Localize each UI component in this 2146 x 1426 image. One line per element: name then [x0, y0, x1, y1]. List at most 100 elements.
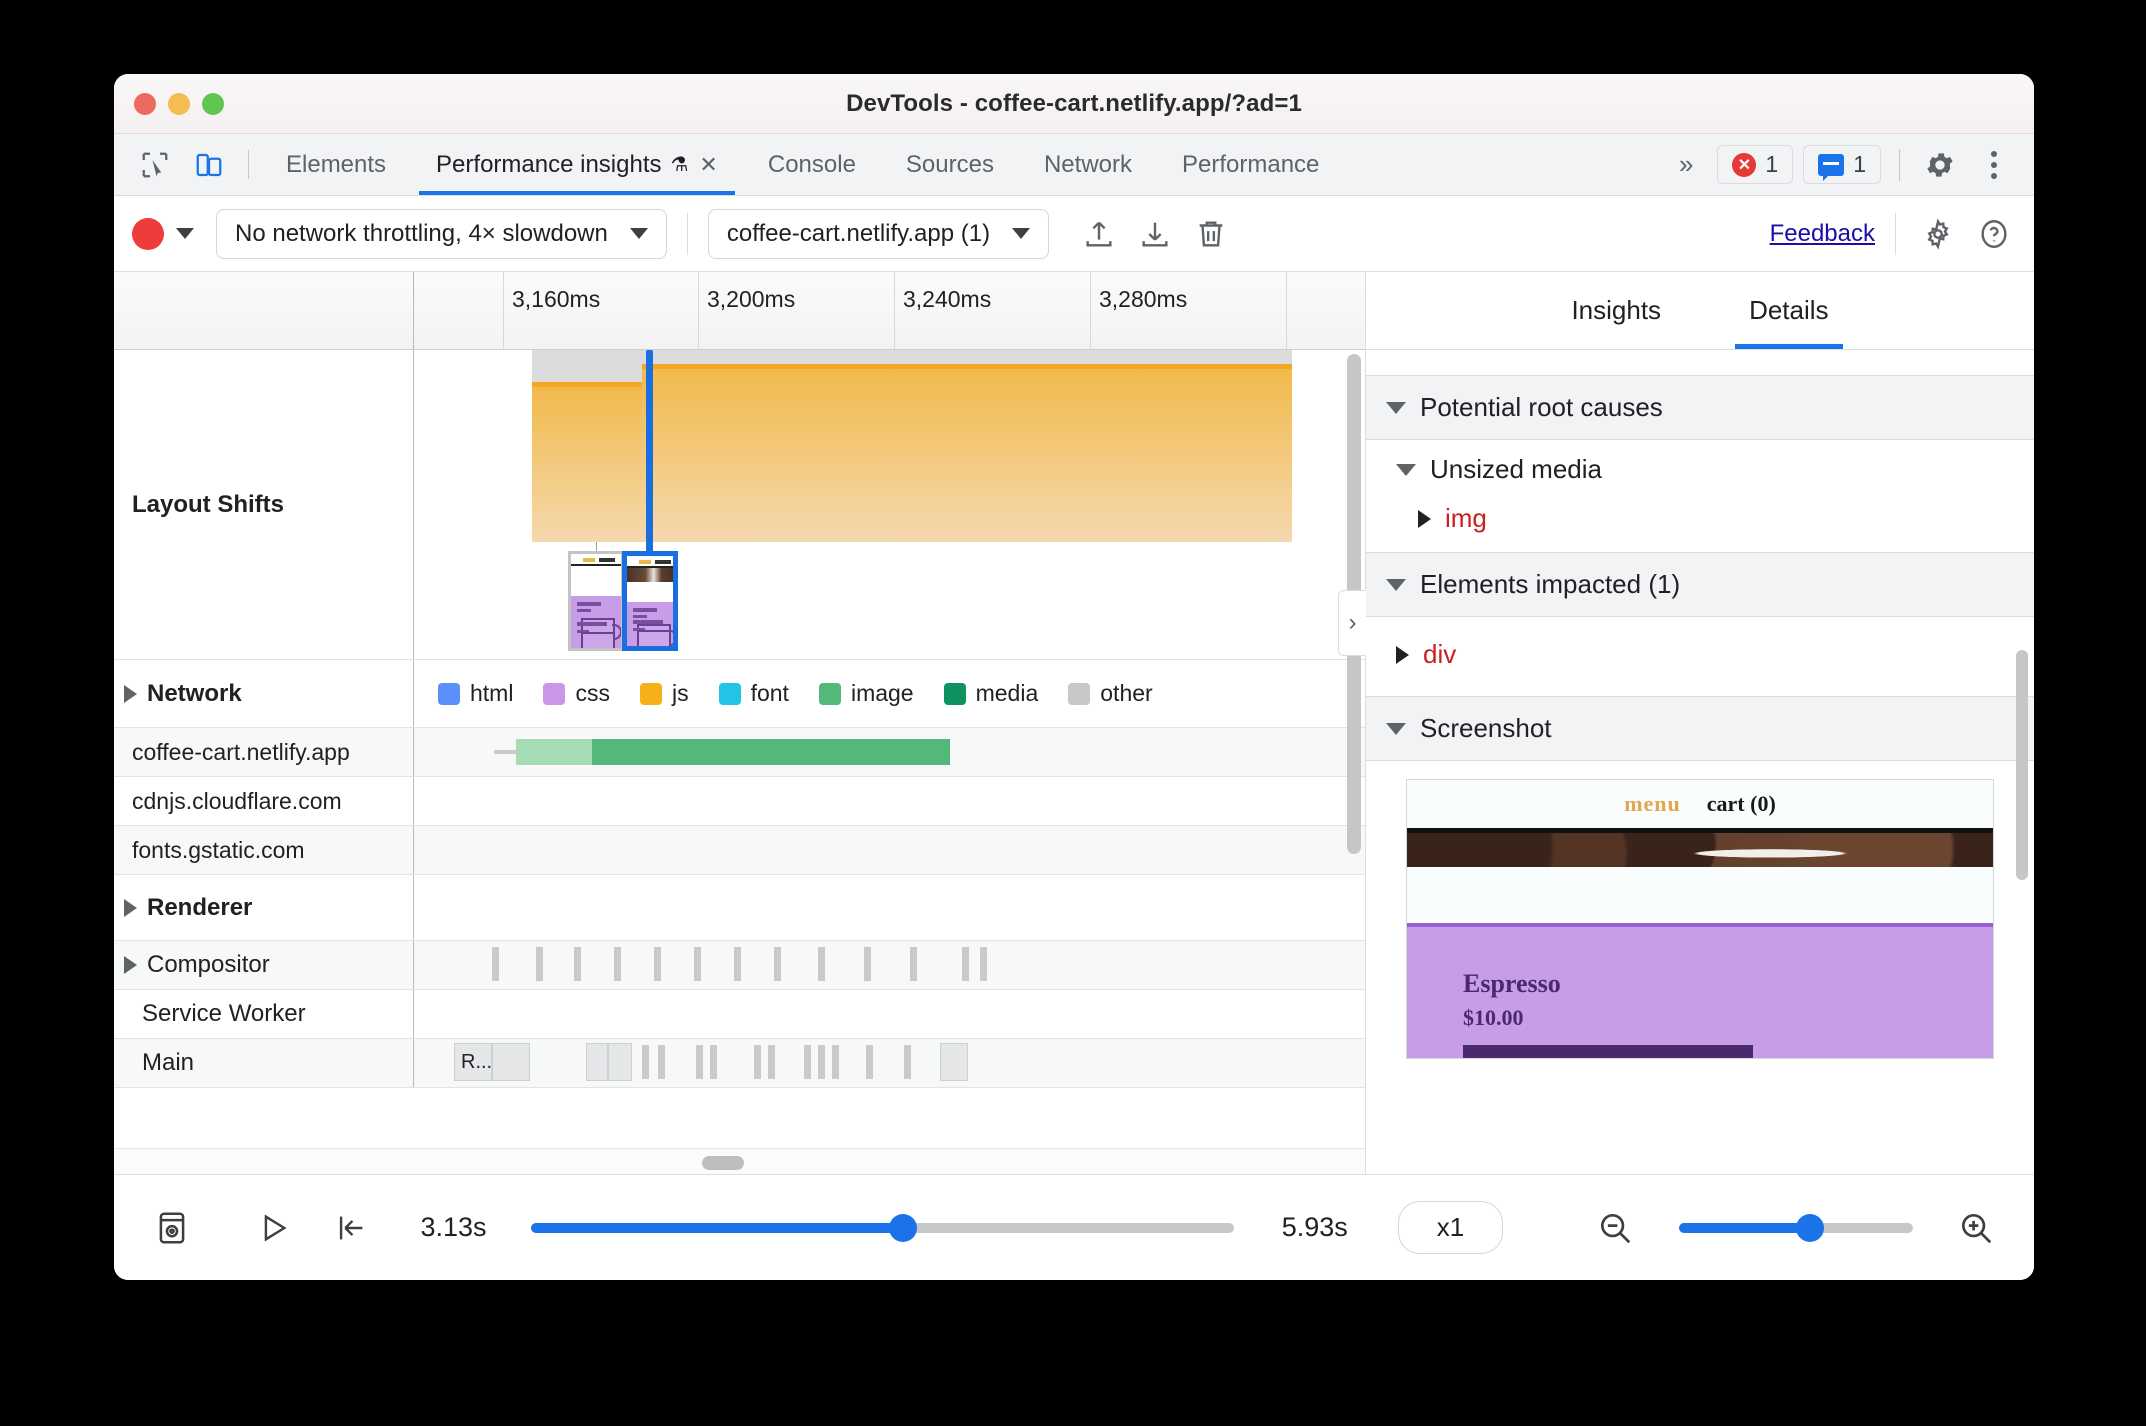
network-bar-canvas[interactable] [414, 777, 1365, 825]
main-task-block[interactable] [608, 1043, 632, 1081]
chevron-down-icon[interactable] [1386, 722, 1406, 735]
ruler-cell-blank [414, 272, 504, 349]
sidebar-scrollbar[interactable] [2016, 650, 2028, 880]
download-icon[interactable] [1133, 212, 1177, 256]
renderer-canvas[interactable] [414, 875, 1365, 940]
tab-label: Details [1749, 295, 1829, 325]
tab-performance[interactable]: Performance [1157, 134, 1344, 195]
compositor-canvas[interactable] [414, 941, 1365, 989]
settings-gear-icon[interactable] [1916, 212, 1960, 256]
track-label-network[interactable]: Network [114, 660, 414, 727]
timeline-horizontal-scrollbar-thumb[interactable] [702, 1156, 744, 1170]
filmstrip-toggle-icon[interactable] [146, 1202, 198, 1254]
tab-label: Elements [286, 150, 387, 178]
track-network-request[interactable]: cdnjs.cloudflare.com [114, 777, 1365, 826]
jump-to-start-icon[interactable] [325, 1202, 377, 1254]
network-bar-canvas[interactable] [414, 826, 1365, 874]
tab-console[interactable]: Console [743, 134, 881, 195]
chevron-down-icon[interactable] [1396, 463, 1416, 476]
expand-triangle-icon[interactable] [1396, 645, 1409, 664]
expand-triangle-icon[interactable] [1418, 509, 1431, 528]
zoom-in-icon[interactable] [1951, 1202, 2003, 1254]
tab-network[interactable]: Network [1019, 134, 1157, 195]
service-worker-canvas[interactable] [414, 990, 1365, 1038]
chevron-down-icon[interactable] [1386, 578, 1406, 591]
tab-label: Console [767, 150, 856, 178]
track-main[interactable]: Main R... [114, 1039, 1365, 1088]
playback-speed-button[interactable]: x1 [1397, 1201, 1504, 1254]
help-icon[interactable] [1972, 212, 2016, 256]
expand-triangle-icon[interactable] [124, 684, 137, 703]
expand-triangle-icon[interactable] [124, 898, 137, 917]
page-select[interactable]: coffee-cart.netlify.app (1) [707, 208, 1050, 259]
expand-triangle-icon[interactable] [124, 956, 137, 974]
chevron-down-icon[interactable] [1386, 401, 1406, 414]
main-task-block[interactable] [940, 1043, 968, 1081]
zoom-out-icon[interactable] [1589, 1202, 1641, 1254]
layout-shifts-canvas[interactable] [414, 350, 1365, 659]
main-task-block[interactable]: R... [454, 1043, 492, 1081]
time-range-slider[interactable] [530, 1213, 1234, 1242]
track-layout-shifts[interactable]: Layout Shifts [114, 350, 1365, 660]
section-screenshot[interactable]: Screenshot [1366, 697, 2034, 761]
kebab-menu-icon[interactable] [1972, 143, 2016, 187]
shift-bar-b[interactable] [642, 364, 1292, 542]
inspect-element-icon[interactable] [128, 134, 182, 195]
settings-gear-icon[interactable] [1918, 143, 1962, 187]
throttling-select[interactable]: No network throttling, 4× slowdown [216, 208, 667, 259]
tab-sources[interactable]: Sources [881, 134, 1019, 195]
tab-insights[interactable]: Insights [1557, 272, 1675, 349]
section-potential-root-causes[interactable]: Potential root causes [1366, 376, 2034, 440]
error-count-badge[interactable]: ✕ 1 [1717, 145, 1794, 184]
record-options-chevron-icon[interactable] [176, 228, 194, 239]
track-label-compositor[interactable]: Compositor [114, 941, 414, 989]
feedback-link[interactable]: Feedback [1770, 220, 1875, 248]
tab-details[interactable]: Details [1735, 272, 1844, 349]
network-request-bar[interactable] [516, 739, 950, 765]
track-network-group[interactable]: Network html css js font image media oth… [114, 660, 1365, 728]
track-label-renderer[interactable]: Renderer [114, 875, 414, 940]
node-link-div[interactable]: div [1366, 617, 2034, 697]
main-task-block[interactable] [492, 1043, 530, 1081]
page-select-value: coffee-cart.netlify.app (1) [726, 219, 991, 247]
track-network-request[interactable]: fonts.gstatic.com [114, 826, 1365, 875]
zoom-slider[interactable] [1678, 1213, 1913, 1242]
slider-knob[interactable] [1795, 1213, 1824, 1242]
filmstrip[interactable] [414, 539, 1365, 659]
tab-elements[interactable]: Elements [261, 134, 411, 195]
range-end-time: 5.93s [1281, 1212, 1348, 1242]
tab-performance-insights[interactable]: Performance insights ⚗ ✕ [411, 134, 743, 195]
timeline-panel[interactable]: 3,160ms 3,200ms 3,240ms 3,280ms Layout S… [114, 272, 1366, 1174]
filmstrip-thumbnail[interactable] [568, 551, 624, 651]
toolbar-divider [686, 212, 688, 255]
message-count-badge[interactable]: 1 [1803, 145, 1881, 184]
shift-bar-a[interactable] [532, 382, 642, 542]
trash-icon[interactable] [1189, 212, 1233, 256]
main-task-block[interactable] [586, 1043, 608, 1081]
section-elements-impacted[interactable]: Elements impacted (1) [1366, 553, 2034, 617]
subsection-unsized-media[interactable]: Unsized media [1366, 440, 2034, 495]
track-network-request[interactable]: coffee-cart.netlify.app [114, 728, 1365, 777]
filmstrip-thumbnail-selected[interactable] [622, 551, 678, 651]
device-toolbar-icon[interactable] [182, 134, 236, 195]
screenshot-preview[interactable]: menu cart (0) Espresso $10.00 [1406, 779, 1994, 1059]
upload-icon[interactable] [1077, 212, 1121, 256]
close-tab-icon[interactable]: ✕ [699, 152, 717, 178]
track-renderer[interactable]: Renderer [114, 875, 1365, 941]
legend-label: js [671, 680, 689, 706]
main-flame-canvas[interactable]: R... [414, 1039, 1365, 1087]
network-legend-canvas: html css js font image media other [414, 660, 1365, 727]
node-link-img[interactable]: img [1366, 495, 2034, 553]
track-service-worker[interactable]: Service Worker [114, 990, 1365, 1039]
network-bar-canvas[interactable] [414, 728, 1365, 776]
sidebar-collapse-handle[interactable]: › [1338, 590, 1366, 656]
legend-swatch-media [943, 682, 966, 705]
slider-knob[interactable] [889, 1213, 918, 1242]
recording-toolbar: No network throttling, 4× slowdown coffe… [114, 196, 2034, 272]
track-compositor[interactable]: Compositor [114, 941, 1365, 990]
main-body: 3,160ms 3,200ms 3,240ms 3,280ms Layout S… [114, 272, 2034, 1174]
record-button[interactable] [132, 217, 164, 250]
timeline-horizontal-scrollbar-track[interactable] [114, 1148, 1365, 1174]
play-icon[interactable] [248, 1202, 300, 1254]
more-tabs-icon[interactable]: » [1665, 149, 1707, 180]
